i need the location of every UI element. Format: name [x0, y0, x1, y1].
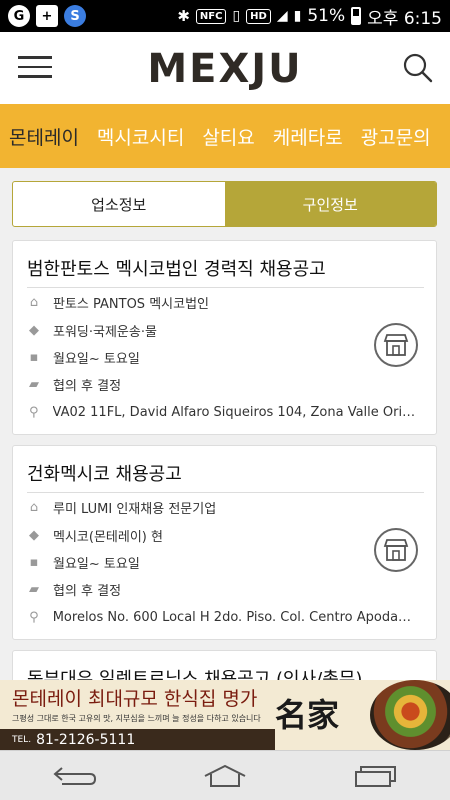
work-schedule: 월요일~ 토요일	[53, 556, 140, 572]
job-title: 범한판토스 멕시코법인 경력직 채용공고	[27, 259, 326, 280]
category-row: ◆ 멕시코(몬테레이) 현	[27, 525, 418, 545]
tab-ad-inquiry[interactable]: 광고문의	[352, 123, 440, 150]
battery-percent: 51%	[307, 6, 346, 26]
recent-apps-icon[interactable]	[345, 756, 405, 796]
hd-icon: HD	[246, 8, 271, 24]
search-icon[interactable]	[402, 52, 434, 84]
address: Morelos No. 600 Local H 2do. Piso. Col. …	[52, 609, 418, 625]
listing-type-toggle: 업소정보 구인정보	[12, 181, 437, 227]
location-pin-icon: ⚲	[29, 404, 39, 420]
tab-queretaro[interactable]: 케레타로	[264, 123, 352, 150]
app-header: MEXJU	[0, 32, 450, 104]
home-nav-icon[interactable]	[195, 756, 255, 796]
tab-saltillo[interactable]: 살티요	[193, 123, 263, 150]
category-row: ◆ 포워딩·국제운송·물	[27, 320, 418, 340]
chat-icon: ▪	[29, 554, 39, 570]
ad-phone: TEL. 81-2126-5111	[0, 729, 275, 750]
nfc-icon: NFC	[195, 8, 227, 24]
ad-tel-number: 81-2126-5111	[36, 731, 136, 748]
ad-headline: 몬테레이 최대규모 한식집 명가	[12, 688, 258, 710]
location-pin-icon: ⚲	[29, 609, 39, 625]
system-nav-bar	[0, 750, 450, 800]
bluetooth-icon: ✱	[177, 7, 190, 25]
ad-food-image	[370, 680, 450, 750]
plus-notification-icon: +	[36, 5, 58, 27]
ad-brand: 名家	[275, 696, 340, 734]
wifi-icon: ◢	[276, 8, 288, 24]
salary-row: ▰ 협의 후 결정	[27, 579, 418, 599]
salary-row: ▰ 협의 후 결정	[27, 374, 418, 394]
clock: 오후 6:15	[367, 8, 442, 29]
tag-icon: ◆	[29, 322, 39, 338]
company-row: ⌂ 판토스 PANTOS 멕시코법인	[27, 292, 418, 312]
store-icon[interactable]	[374, 528, 418, 572]
job-title: 건화멕시코 채용공고	[27, 464, 182, 485]
status-bar: G + S ✱ NFC ▯ HD ◢ ▮ 51% 오후 6:15	[0, 0, 450, 32]
salary: 협의 후 결정	[53, 583, 122, 599]
tab-mexico-city[interactable]: 멕시코시티	[88, 123, 193, 150]
money-icon: ▰	[29, 581, 39, 597]
ad-banner[interactable]: 몬테레이 최대규모 한식집 명가 그평성 그대로 한국 고유의 맛, 지부심을 …	[0, 680, 450, 750]
address-row: ⚲ VA02 11FL, David Alfaro Siqueiros 104,…	[27, 402, 418, 422]
address: VA02 11FL, David Alfaro Siqueiros 104, Z…	[52, 404, 418, 420]
job-card[interactable]: 건화멕시코 채용공고 ⌂ 루미 LUMI 인재채용 전문기업 ◆ 멕시코(몬테레…	[12, 445, 437, 640]
chat-icon: ▪	[29, 349, 39, 365]
job-info-tab[interactable]: 구인정보	[224, 182, 436, 226]
signal-icon: ▮	[293, 8, 302, 24]
company-name: 판토스 PANTOS 멕시코법인	[53, 296, 209, 312]
money-icon: ▰	[29, 376, 39, 392]
business-info-tab[interactable]: 업소정보	[13, 182, 225, 226]
tag-icon: ◆	[29, 527, 39, 543]
job-category: 멕시코(몬테레이) 현	[53, 529, 163, 545]
tab-monterrey[interactable]: 몬테레이	[0, 123, 88, 150]
back-icon[interactable]	[45, 756, 105, 796]
battery-icon	[351, 7, 362, 25]
g-notification-icon: G	[8, 5, 30, 27]
store-icon[interactable]	[374, 323, 418, 367]
divider	[27, 492, 424, 493]
company-name: 루미 LUMI 인재채용 전문기업	[53, 501, 217, 517]
s-notification-icon: S	[64, 5, 86, 27]
address-row: ⚲ Morelos No. 600 Local H 2do. Piso. Col…	[27, 607, 418, 627]
salary: 협의 후 결정	[53, 378, 122, 394]
divider	[27, 287, 424, 288]
work-schedule: 월요일~ 토요일	[53, 351, 140, 367]
category-tabs: 몬테레이 멕시코시티 살티요 케레타로 광고문의	[0, 104, 450, 168]
schedule-row: ▪ 월요일~ 토요일	[27, 552, 418, 572]
schedule-row: ▪ 월요일~ 토요일	[27, 347, 418, 367]
company-row: ⌂ 루미 LUMI 인재채용 전문기업	[27, 497, 418, 517]
job-category: 포워딩·국제운송·물	[53, 324, 157, 340]
home-icon: ⌂	[29, 294, 39, 310]
home-icon: ⌂	[29, 499, 39, 515]
job-card[interactable]: 범한판토스 멕시코법인 경력직 채용공고 ⌂ 판토스 PANTOS 멕시코법인 …	[12, 240, 437, 435]
app-logo: MEXJU	[147, 46, 303, 92]
ad-subline: 그평성 그대로 한국 고유의 맛, 지부심을 느끼며 늘 정성을 다하고 있습니…	[12, 714, 261, 723]
ad-tel-label: TEL.	[12, 734, 32, 745]
vibrate-icon: ▯	[232, 8, 241, 24]
